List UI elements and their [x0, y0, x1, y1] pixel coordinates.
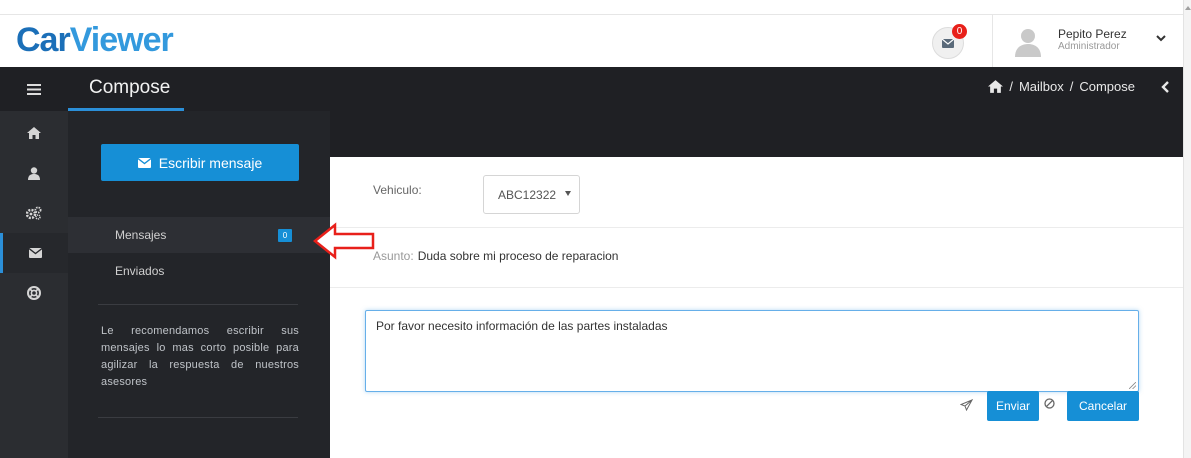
- scroll-up-arrow-icon[interactable]: [1185, 6, 1191, 10]
- breadcrumb-separator: /: [1069, 79, 1074, 94]
- panel-divider: [98, 417, 298, 418]
- page-scrollbar[interactable]: [1183, 0, 1191, 458]
- send-button-label: Enviar: [995, 399, 1030, 413]
- icon-sidebar: [0, 67, 68, 458]
- vehicle-select[interactable]: ABC12322: [483, 175, 580, 214]
- breadcrumb: / Mailbox / Compose: [988, 79, 1169, 94]
- compose-form: Vehiculo: ABC12322 Asunto: Duda sobre mi …: [330, 111, 1183, 458]
- sidebar-item-settings[interactable]: [0, 193, 68, 233]
- paper-plane-icon: [960, 399, 973, 411]
- top-header: CarViewer 0 Pepito Perez Administrador: [0, 14, 1183, 67]
- breadcrumb-separator: /: [1009, 79, 1013, 94]
- title-bar: Compose / Mailbox / Compose: [68, 67, 1183, 111]
- form-divider: [330, 227, 1183, 228]
- sidebar-item-home[interactable]: [0, 113, 68, 153]
- sidebar-item-support[interactable]: [0, 273, 68, 313]
- user-icon: [28, 166, 40, 180]
- page-title: Compose: [89, 77, 171, 98]
- vehicle-select-value: ABC12322: [498, 187, 557, 202]
- form-divider: [330, 287, 1183, 288]
- compose-button-label: Escribir mensaje: [158, 154, 263, 171]
- chevron-left-icon[interactable]: [1161, 80, 1169, 93]
- content-header-strip: [330, 111, 1183, 157]
- logo-part-car: Car: [16, 21, 71, 59]
- message-text: Por favor necesito información de las pa…: [376, 319, 668, 333]
- envelope-icon: [29, 248, 42, 258]
- resize-grip-icon[interactable]: [1129, 382, 1136, 389]
- breadcrumb-mailbox[interactable]: Mailbox: [1019, 79, 1064, 94]
- envelope-icon: [137, 157, 151, 168]
- cancel-button[interactable]: Cancelar: [1067, 391, 1139, 421]
- subject-label: Asunto:: [373, 249, 414, 263]
- user-role: Administrador: [1058, 41, 1120, 52]
- tip-text: Le recomendamos escribir sus mensajes lo…: [101, 325, 299, 388]
- compose-button[interactable]: Escribir mensaje: [101, 144, 299, 181]
- chevron-down-icon: [1156, 35, 1166, 42]
- mail-notification-button[interactable]: 0: [932, 24, 967, 59]
- notification-count-badge: 0: [952, 24, 967, 39]
- vehicle-label: Vehiculo:: [373, 183, 422, 197]
- sidebar-item-mailbox[interactable]: [0, 233, 68, 273]
- sidebar-item-user[interactable]: [0, 153, 68, 193]
- life-ring-icon: [27, 286, 41, 300]
- hamburger-icon: [27, 83, 41, 95]
- send-button[interactable]: Enviar: [987, 391, 1039, 421]
- mailbox-panel: Escribir mensaje Mensajes 0 Enviados Le …: [68, 111, 330, 458]
- caret-down-icon: [565, 191, 571, 196]
- menu-toggle-button[interactable]: [0, 67, 68, 111]
- ban-icon: [1044, 398, 1055, 409]
- annotation-arrow-icon: [313, 222, 375, 260]
- header-divider: [992, 15, 993, 67]
- home-icon: [27, 127, 41, 139]
- folder-label: Mensajes: [115, 228, 167, 242]
- logo-part-viewer: Viewer: [69, 21, 174, 59]
- folder-count-badge: 0: [278, 229, 292, 242]
- subject-field[interactable]: Asunto: Duda sobre mi proceso de reparaci…: [373, 249, 618, 263]
- avatar-icon: [1015, 29, 1041, 57]
- cancel-button-label: Cancelar: [1078, 399, 1128, 413]
- breadcrumb-compose: Compose: [1079, 79, 1135, 94]
- folder-label: Enviados: [115, 264, 165, 278]
- folder-mensajes[interactable]: Mensajes 0: [68, 217, 330, 253]
- page: CarViewer 0 Pepito Perez Administrador C…: [0, 0, 1191, 458]
- cogs-icon: [26, 206, 42, 220]
- app-logo[interactable]: CarViewer: [16, 21, 174, 60]
- envelope-icon: [942, 38, 954, 48]
- home-icon[interactable]: [988, 80, 1004, 93]
- folder-enviados[interactable]: Enviados: [68, 253, 330, 289]
- subject-value: Duda sobre mi proceso de reparacion: [417, 249, 619, 263]
- message-textarea[interactable]: Por favor necesito información de las pa…: [365, 310, 1139, 392]
- user-name: Pepito Perez: [1058, 27, 1127, 41]
- panel-divider: [98, 304, 298, 305]
- user-menu[interactable]: Pepito Perez Administrador: [1012, 23, 1172, 59]
